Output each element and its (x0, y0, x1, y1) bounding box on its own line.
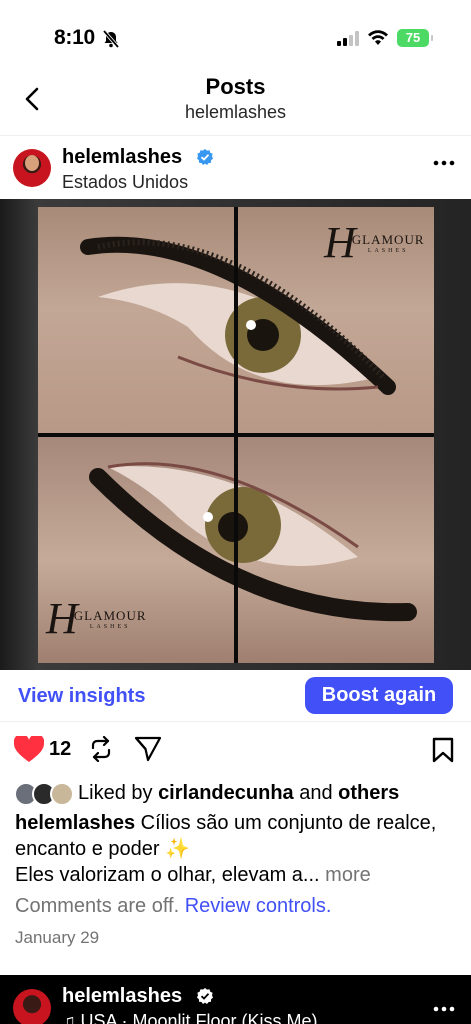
post-caption[interactable]: helemlashes Cílios são um conjunto de re… (15, 810, 460, 888)
post-image[interactable]: H GLAMOUR LASHES H GLAMOUR LASHES (0, 199, 471, 670)
page-header: Posts helemlashes (0, 70, 471, 136)
collage-divider (38, 433, 434, 437)
avatar[interactable] (13, 989, 51, 1024)
brand-logo: H GLAMOUR LASHES (324, 218, 425, 267)
liked-by-user[interactable]: cirlandecunha (158, 782, 294, 804)
avatar (50, 782, 74, 806)
verified-badge-icon (197, 149, 213, 165)
next-post-header: helemlashes ♫ USA · Moonlit Floor (Kiss … (0, 975, 471, 1024)
brand-logo: H GLAMOUR LASHES (46, 594, 147, 643)
post-username[interactable]: helemlashes (62, 146, 182, 169)
send-icon[interactable] (134, 736, 162, 762)
next-post-audio[interactable]: ♫ USA · Moonlit Floor (Kiss Me) (62, 1011, 318, 1024)
liked-by-avatars (14, 782, 74, 806)
repost-icon[interactable] (89, 736, 113, 762)
bell-slash-icon (102, 29, 120, 49)
signal-icon (337, 31, 359, 46)
more-options-icon[interactable] (432, 1005, 456, 1013)
avatar[interactable] (13, 149, 51, 187)
liked-by-row[interactable]: Liked by cirlandecunha and others (0, 780, 471, 808)
like-count[interactable]: 12 (49, 738, 71, 761)
next-post-username[interactable]: helemlashes (62, 985, 182, 1008)
page-subtitle: helemlashes (184, 102, 287, 122)
post-header: helemlashes Estados Unidos (0, 137, 471, 199)
post-date: January 29 (15, 928, 100, 947)
post-actions: 12 (0, 730, 471, 770)
wifi-icon (368, 30, 388, 45)
caption-more-link[interactable]: more (325, 864, 371, 886)
battery-indicator: 75 (397, 29, 433, 47)
bookmark-icon[interactable] (432, 737, 454, 763)
post-location[interactable]: Estados Unidos (62, 172, 188, 193)
lash-collage-image: H GLAMOUR LASHES H GLAMOUR LASHES (38, 207, 434, 663)
review-controls-link[interactable]: Review controls. (185, 895, 332, 917)
insights-row: View insights Boost again (0, 672, 471, 722)
comments-status: Comments are off. Review controls. (15, 895, 331, 918)
comments-off-text: Comments are off. (15, 895, 180, 917)
caption-line-2: Eles valorizam o olhar, elevam a... (15, 864, 320, 886)
caption-username[interactable]: helemlashes (15, 812, 135, 834)
verified-badge-icon (197, 988, 213, 1004)
page-title: Posts (205, 74, 266, 99)
view-insights-link[interactable]: View insights (18, 685, 145, 708)
status-bar: 8:10 75 (0, 0, 471, 70)
liked-by-text: Liked by cirlandecunha and others (78, 782, 400, 804)
more-options-icon[interactable] (432, 159, 456, 167)
status-time: 8:10 (54, 26, 95, 49)
boost-again-button[interactable]: Boost again (305, 677, 453, 714)
heart-icon[interactable] (14, 736, 44, 763)
liked-by-others[interactable]: others (338, 782, 399, 804)
